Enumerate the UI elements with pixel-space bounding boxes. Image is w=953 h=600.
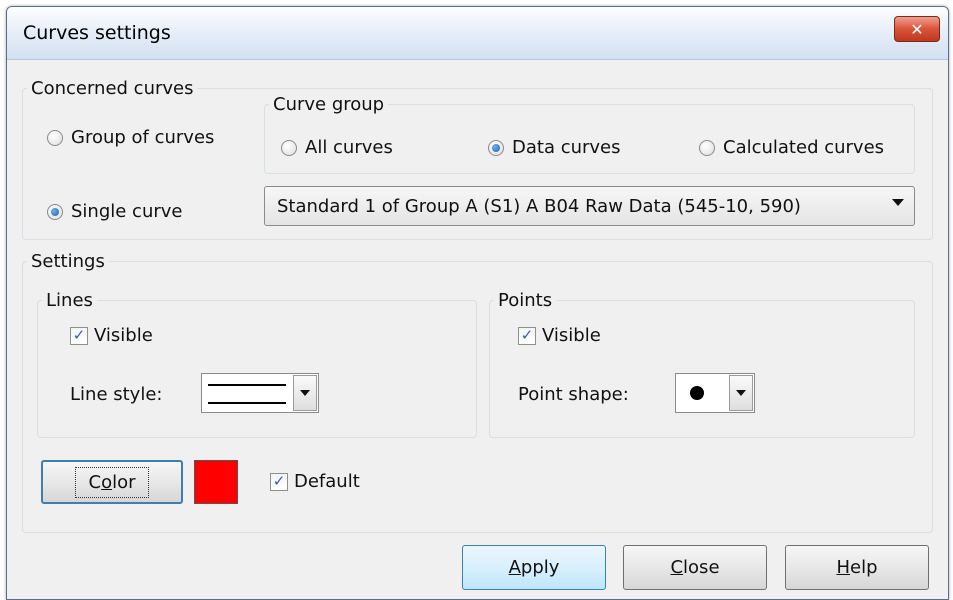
- all-curves-radio[interactable]: All curves: [281, 137, 393, 158]
- radio-indicator: [281, 139, 297, 156]
- chevron-down-icon: [892, 199, 904, 206]
- checkmark-icon: ✓: [272, 472, 286, 490]
- default-checkbox[interactable]: ✓ Default: [270, 471, 360, 492]
- title-bar: Curves settings ✕: [7, 7, 948, 60]
- help-button-label: Help: [836, 557, 878, 578]
- points-visible-checkbox[interactable]: ✓ Visible: [518, 325, 601, 346]
- curve-group-group: Curve group: [264, 94, 915, 174]
- settings-legend: Settings: [31, 251, 105, 272]
- point-shape-label: Point shape:: [518, 384, 629, 405]
- chevron-down-icon: [293, 375, 317, 411]
- curve-select-value: Standard 1 of Group A (S1) A B04 Raw Dat…: [277, 196, 801, 217]
- lines-visible-checkbox[interactable]: ✓ Visible: [70, 325, 153, 346]
- close-window-button[interactable]: ✕: [894, 16, 940, 42]
- apply-button[interactable]: Apply: [462, 545, 606, 590]
- checkbox-indicator: ✓: [270, 472, 288, 491]
- point-shape-picker[interactable]: [675, 373, 755, 413]
- checkbox-indicator: ✓: [70, 326, 88, 345]
- curve-group-legend: Curve group: [273, 94, 385, 115]
- dialog-body: Concerned curves Group of curves Curve g…: [7, 60, 948, 599]
- filled-circle-icon: [690, 386, 704, 400]
- close-icon: ✕: [910, 19, 924, 39]
- color-button-label: Color: [75, 466, 149, 498]
- data-curves-radio[interactable]: Data curves: [488, 137, 621, 158]
- calculated-curves-radio[interactable]: Calculated curves: [699, 137, 884, 158]
- lines-legend: Lines: [46, 290, 93, 311]
- default-label: Default: [294, 471, 360, 492]
- checkbox-indicator: ✓: [518, 326, 536, 345]
- color-button[interactable]: Color: [41, 460, 183, 504]
- single-curve-label: Single curve: [71, 201, 183, 222]
- radio-indicator: [47, 203, 63, 220]
- apply-button-label: Apply: [508, 557, 560, 578]
- all-curves-label: All curves: [305, 137, 393, 158]
- close-button-label: Close: [670, 557, 720, 578]
- line-style-picker[interactable]: [201, 373, 319, 413]
- line-style-label: Line style:: [70, 384, 163, 405]
- radio-indicator: [488, 139, 504, 156]
- lines-group: Lines: [37, 290, 477, 438]
- checkmark-icon: ✓: [72, 326, 86, 344]
- help-button[interactable]: Help: [785, 545, 929, 590]
- points-legend: Points: [498, 290, 553, 311]
- window-title: Curves settings: [23, 22, 171, 44]
- line-style-sample-icon: [208, 384, 286, 404]
- close-button[interactable]: Close: [623, 545, 767, 590]
- group-of-curves-radio[interactable]: Group of curves: [47, 127, 214, 148]
- concerned-curves-legend: Concerned curves: [31, 78, 194, 99]
- chevron-down-icon: [729, 375, 753, 411]
- group-of-curves-label: Group of curves: [71, 127, 215, 148]
- calculated-curves-label: Calculated curves: [723, 137, 885, 158]
- points-visible-label: Visible: [542, 325, 601, 346]
- curves-settings-dialog: Curves settings ✕ Concerned curves Group…: [6, 6, 949, 600]
- points-group: Points: [489, 290, 915, 438]
- checkmark-icon: ✓: [520, 326, 534, 344]
- color-swatch[interactable]: [194, 460, 238, 504]
- single-curve-radio[interactable]: Single curve: [47, 201, 183, 222]
- lines-visible-label: Visible: [94, 325, 153, 346]
- data-curves-label: Data curves: [512, 137, 621, 158]
- curve-select-dropdown[interactable]: Standard 1 of Group A (S1) A B04 Raw Dat…: [264, 186, 915, 226]
- radio-indicator: [47, 129, 63, 146]
- radio-indicator: [699, 139, 715, 156]
